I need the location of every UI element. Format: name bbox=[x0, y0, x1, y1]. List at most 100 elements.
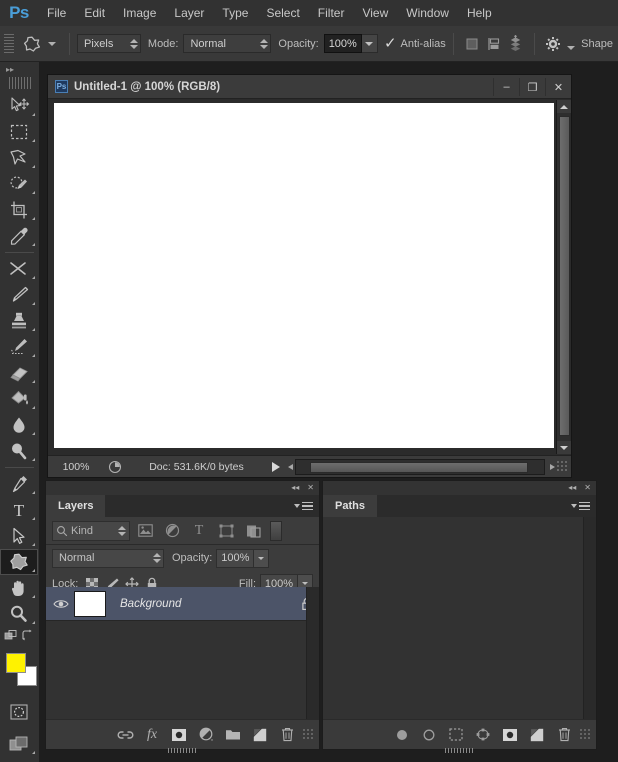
link-layers-button[interactable] bbox=[112, 722, 138, 748]
hand-tool[interactable] bbox=[0, 575, 38, 601]
menu-layer[interactable]: Layer bbox=[165, 0, 213, 26]
scroll-down-arrow-icon[interactable] bbox=[557, 441, 571, 454]
rectangular-marquee-tool[interactable] bbox=[0, 119, 38, 145]
zoom-tool[interactable] bbox=[0, 601, 38, 627]
canvas-area[interactable] bbox=[48, 99, 571, 455]
dodge-tool[interactable] bbox=[0, 438, 38, 464]
custom-shape-tool[interactable] bbox=[0, 549, 38, 575]
layer-opacity-chevron-down-icon[interactable] bbox=[254, 548, 270, 568]
gear-icon[interactable] bbox=[542, 33, 564, 55]
minimize-button[interactable]: – bbox=[493, 78, 519, 96]
new-adjustment-layer-button[interactable] bbox=[193, 722, 219, 748]
menu-window[interactable]: Window bbox=[397, 0, 458, 26]
scroll-up-arrow-icon[interactable] bbox=[557, 100, 571, 113]
stroke-path-button[interactable] bbox=[416, 722, 442, 748]
options-bar-grip[interactable] bbox=[4, 33, 14, 54]
align-shape-icon[interactable] bbox=[461, 33, 483, 55]
arrange-shape-icon[interactable] bbox=[483, 33, 505, 55]
merge-shapes-icon[interactable] bbox=[505, 33, 527, 55]
filter-shape-layers-icon[interactable] bbox=[214, 520, 238, 542]
type-tool[interactable]: T bbox=[0, 497, 38, 523]
blur-tool[interactable] bbox=[0, 412, 38, 438]
screen-mode-icon[interactable] bbox=[0, 731, 38, 757]
opacity-chevron-down-icon[interactable] bbox=[361, 34, 378, 53]
eraser-tool[interactable] bbox=[0, 360, 38, 386]
menu-help[interactable]: Help bbox=[458, 0, 501, 26]
pen-tool[interactable] bbox=[0, 471, 38, 497]
menu-file[interactable]: File bbox=[38, 0, 75, 26]
filter-pixel-layers-icon[interactable] bbox=[133, 520, 157, 542]
new-layer-button[interactable] bbox=[247, 722, 273, 748]
paths-panel-drag-grip[interactable] bbox=[444, 748, 475, 753]
layer-blend-mode-select[interactable]: Normal bbox=[52, 548, 164, 568]
add-layer-mask-button[interactable] bbox=[166, 722, 192, 748]
menu-edit[interactable]: Edit bbox=[75, 0, 114, 26]
toolbar-grip[interactable] bbox=[8, 77, 31, 89]
lasso-tool[interactable] bbox=[0, 145, 38, 171]
filter-toggle-switch[interactable] bbox=[270, 520, 282, 541]
layers-panel-drag-grip[interactable] bbox=[167, 748, 198, 753]
layer-thumbnail[interactable] bbox=[74, 590, 106, 617]
tab-layers[interactable]: Layers bbox=[46, 495, 106, 517]
layer-opacity-input[interactable]: 100% bbox=[216, 548, 255, 568]
opacity-input[interactable]: 100% bbox=[323, 34, 362, 53]
close-panel-icon[interactable]: ✕ bbox=[307, 484, 314, 492]
canvas[interactable] bbox=[54, 103, 554, 448]
zoom-level[interactable]: 100% bbox=[48, 461, 104, 473]
canvas-vertical-scrollbar[interactable] bbox=[556, 100, 571, 454]
close-button[interactable]: ✕ bbox=[545, 78, 571, 96]
make-work-path-button[interactable] bbox=[470, 722, 496, 748]
layers-panel-resize-grip[interactable] bbox=[303, 728, 315, 741]
collapse-panel-icon[interactable]: ◂◂ bbox=[291, 484, 299, 492]
table-row[interactable]: Background bbox=[46, 587, 319, 621]
filter-smart-object-layers-icon[interactable] bbox=[241, 520, 265, 542]
paths-list[interactable] bbox=[323, 517, 596, 719]
menu-image[interactable]: Image bbox=[114, 0, 165, 26]
delete-layer-button[interactable] bbox=[274, 722, 300, 748]
new-path-button[interactable] bbox=[524, 722, 550, 748]
foreground-color-swatch[interactable] bbox=[6, 653, 26, 673]
canvas-horizontal-scrollbar[interactable] bbox=[295, 458, 545, 475]
new-group-button[interactable] bbox=[220, 722, 246, 748]
add-layer-mask-button[interactable] bbox=[497, 722, 523, 748]
collapse-panel-icon[interactable]: ◂◂ bbox=[568, 484, 576, 492]
layer-visibility-eye-icon[interactable] bbox=[50, 598, 72, 610]
edit-toolbar-icon[interactable] bbox=[4, 629, 20, 648]
paths-panel-resize-grip[interactable] bbox=[580, 728, 592, 741]
layer-name[interactable]: Background bbox=[106, 598, 295, 610]
fill-path-button[interactable] bbox=[389, 722, 415, 748]
menu-view[interactable]: View bbox=[353, 0, 397, 26]
crop-tool[interactable] bbox=[0, 197, 38, 223]
status-play-icon[interactable] bbox=[267, 461, 285, 472]
document-title-bar[interactable]: Ps Untitled-1 @ 100% (RGB/8) – ❐ ✕ bbox=[48, 75, 571, 99]
clone-stamp-tool[interactable] bbox=[0, 308, 38, 334]
paths-panel-scrollbar[interactable] bbox=[583, 517, 596, 719]
hscroll-right-arrow-icon[interactable] bbox=[547, 463, 557, 470]
filter-adjustment-layers-icon[interactable] bbox=[160, 520, 184, 542]
menu-filter[interactable]: Filter bbox=[309, 0, 354, 26]
blend-mode-select[interactable]: Normal bbox=[183, 34, 272, 53]
tab-paths[interactable]: Paths bbox=[323, 495, 377, 517]
delete-path-button[interactable] bbox=[551, 722, 577, 748]
spot-healing-brush-tool[interactable] bbox=[0, 256, 38, 282]
quick-mask-icon[interactable] bbox=[0, 699, 38, 725]
vertical-scroll-thumb[interactable] bbox=[559, 116, 570, 436]
document-resize-grip[interactable] bbox=[557, 460, 569, 473]
proxy-preview-icon[interactable] bbox=[104, 460, 126, 474]
load-path-as-selection-button[interactable] bbox=[443, 722, 469, 748]
move-tool[interactable] bbox=[0, 93, 38, 119]
eyedropper-tool[interactable] bbox=[0, 223, 38, 249]
toolbar-collapse-button[interactable]: ▸▸ bbox=[0, 62, 39, 76]
path-selection-tool[interactable] bbox=[0, 523, 38, 549]
horizontal-scroll-thumb[interactable] bbox=[310, 461, 528, 473]
gear-chevron-down-icon[interactable] bbox=[567, 45, 576, 50]
swap-colors-icon[interactable] bbox=[21, 629, 35, 647]
panel-menu-icon[interactable] bbox=[294, 501, 313, 511]
filter-type-layers-icon[interactable]: T bbox=[187, 520, 211, 542]
menu-type[interactable]: Type bbox=[213, 0, 257, 26]
quick-selection-tool[interactable] bbox=[0, 171, 38, 197]
layer-style-button[interactable]: fx bbox=[139, 722, 165, 748]
panel-menu-icon[interactable] bbox=[571, 501, 590, 511]
custom-shape-tool-icon[interactable] bbox=[18, 30, 46, 58]
history-brush-tool[interactable] bbox=[0, 334, 38, 360]
